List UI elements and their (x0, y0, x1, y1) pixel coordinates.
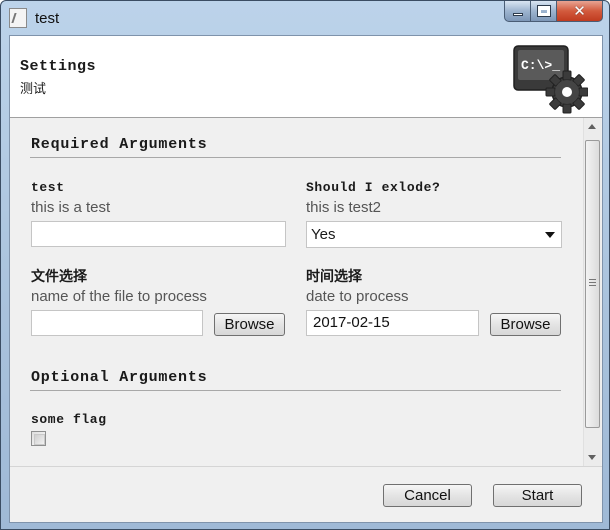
date-field-help: date to process (306, 288, 409, 305)
close-icon: ✕ (573, 2, 586, 20)
optional-section-title: Optional Arguments (31, 369, 208, 386)
date-browse-button[interactable]: Browse (490, 313, 561, 336)
window-title: test (35, 10, 60, 27)
file-field-label: 文件选择 (31, 269, 87, 285)
settings-body: Required Arguments test this is a test S… (10, 118, 602, 466)
app-window: test ✕ Settings 测试 C:\>_ Required Argume… (0, 0, 610, 530)
cancel-button[interactable]: Cancel (383, 484, 472, 507)
exlode-selected-value: Yes (311, 226, 336, 243)
scroll-up-icon[interactable] (588, 124, 596, 129)
file-browse-button[interactable]: Browse (214, 313, 285, 336)
maximize-button[interactable] (531, 1, 557, 22)
client-area: Settings 测试 C:\>_ Required Arguments tes… (9, 35, 603, 523)
some-flag-checkbox[interactable] (31, 431, 46, 446)
close-button[interactable]: ✕ (557, 1, 603, 22)
maximize-icon (536, 5, 551, 17)
page-title: Settings (20, 58, 97, 75)
terminal-prompt-text: C:\>_ (521, 58, 560, 73)
terminal-gear-icon: C:\>_ (513, 45, 588, 114)
date-input[interactable]: 2017-02-15 (306, 310, 479, 336)
test-field-help: this is a test (31, 199, 111, 216)
test-field-label: test (31, 180, 65, 195)
grip-icon (589, 279, 596, 286)
vertical-scrollbar[interactable] (583, 118, 601, 466)
title-bar[interactable]: test ✕ (1, 1, 609, 35)
optional-section-divider (30, 390, 561, 391)
file-input[interactable] (31, 310, 203, 336)
file-field-help: name of the file to process (31, 288, 207, 305)
chevron-down-icon (545, 232, 555, 238)
exlode-field-label: Should I exlode? (306, 180, 441, 195)
test-input[interactable] (31, 221, 286, 247)
scroll-down-icon[interactable] (588, 455, 596, 460)
some-flag-label: some flag (31, 412, 107, 427)
page-subtitle: 测试 (20, 81, 47, 96)
required-section-divider (30, 157, 561, 158)
app-icon[interactable] (9, 8, 27, 28)
date-field-label: 时间选择 (306, 269, 362, 285)
minimize-button[interactable] (504, 1, 531, 22)
caption-buttons: ✕ (504, 1, 603, 23)
scrollbar-thumb[interactable] (585, 140, 600, 428)
exlode-select[interactable]: Yes (306, 221, 562, 248)
required-section-title: Required Arguments (31, 136, 208, 153)
minimize-icon (512, 12, 523, 16)
exlode-field-help: this is test2 (306, 199, 382, 216)
start-button[interactable]: Start (493, 484, 582, 507)
footer-bar: Cancel Start (10, 466, 602, 522)
header-panel: Settings 测试 C:\>_ (10, 36, 602, 117)
